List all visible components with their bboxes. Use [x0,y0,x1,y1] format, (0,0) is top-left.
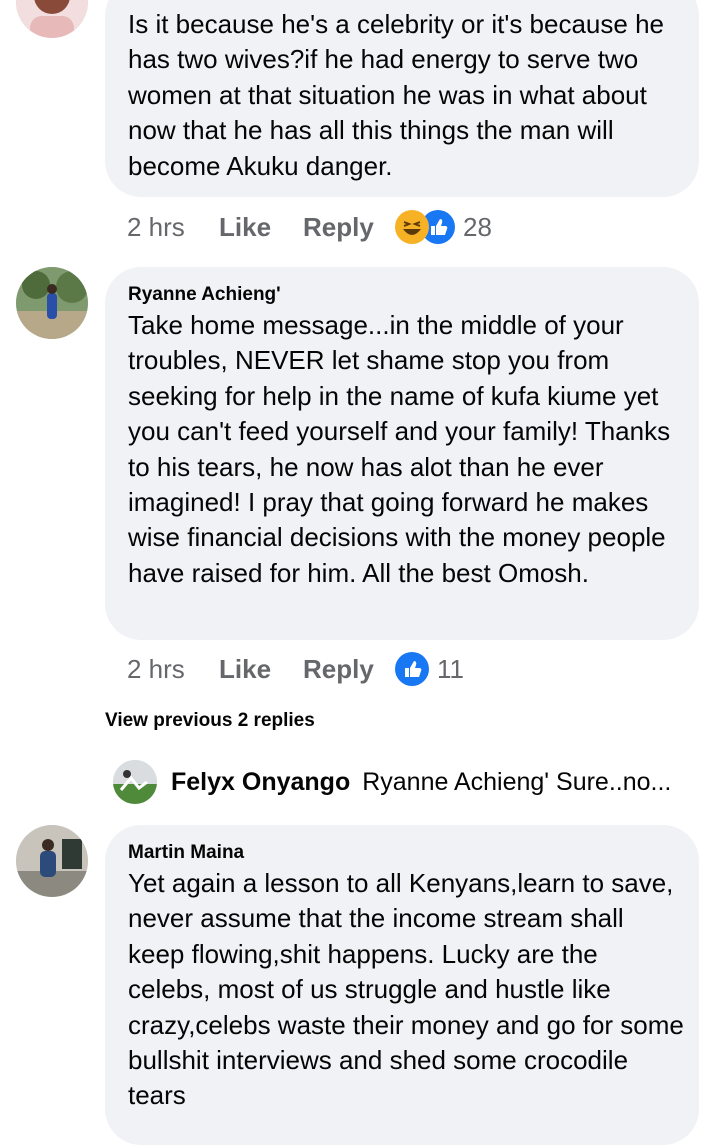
reply-text: Ryanne Achieng' Sure..no... [362,767,672,796]
avatar[interactable] [16,0,88,38]
comment-author[interactable]: Ryanne Achieng' [128,284,281,306]
avatar-photo-3 [113,760,157,804]
comment-text: Yet again a lesson to all Kenyans,learn … [128,868,684,1111]
comment-bubble: Martin Maina Yet again a lesson to all K… [105,825,699,1145]
reply-preview[interactable]: Felyx Onyango Ryanne Achieng' Sure..no..… [113,758,703,806]
comment-time[interactable]: 2 hrs [127,212,219,243]
comment-text: Take home message...in the middle of you… [128,310,671,588]
avatar-photo-2 [16,267,88,339]
like-button[interactable]: Like [219,212,303,243]
reply-button[interactable]: Reply [303,212,395,243]
like-button[interactable]: Like [219,654,303,685]
avatar[interactable] [16,825,88,897]
reply-button[interactable]: Reply [303,654,395,685]
avatar[interactable] [16,267,88,339]
reaction-count: 11 [437,653,464,684]
reaction-count: 28 [463,211,492,242]
avatar-photo-1 [16,0,88,38]
comment-bubble: Ryanne Achieng' Take home message...in t… [105,267,699,640]
comment-actions: 2 hrs Like Reply 11 [127,652,464,686]
like-icon [395,652,429,686]
comment-actions: 2 hrs Like Reply 28 [127,210,492,244]
avatar-photo-4 [16,825,88,897]
haha-icon [395,210,429,244]
view-previous-replies-link[interactable]: View previous 2 replies [105,710,315,732]
comment-text: Is it because he's a celebrity or it's b… [128,9,664,181]
reaction-summary[interactable]: 11 [395,652,464,686]
comment-author[interactable]: Martin Maina [128,842,244,864]
avatar[interactable] [113,760,157,804]
comment-time[interactable]: 2 hrs [127,654,219,685]
reply-author[interactable]: Felyx Onyango [171,768,350,797]
reaction-summary[interactable]: 28 [395,210,492,244]
comment-bubble: Is it because he's a celebrity or it's b… [105,0,699,197]
